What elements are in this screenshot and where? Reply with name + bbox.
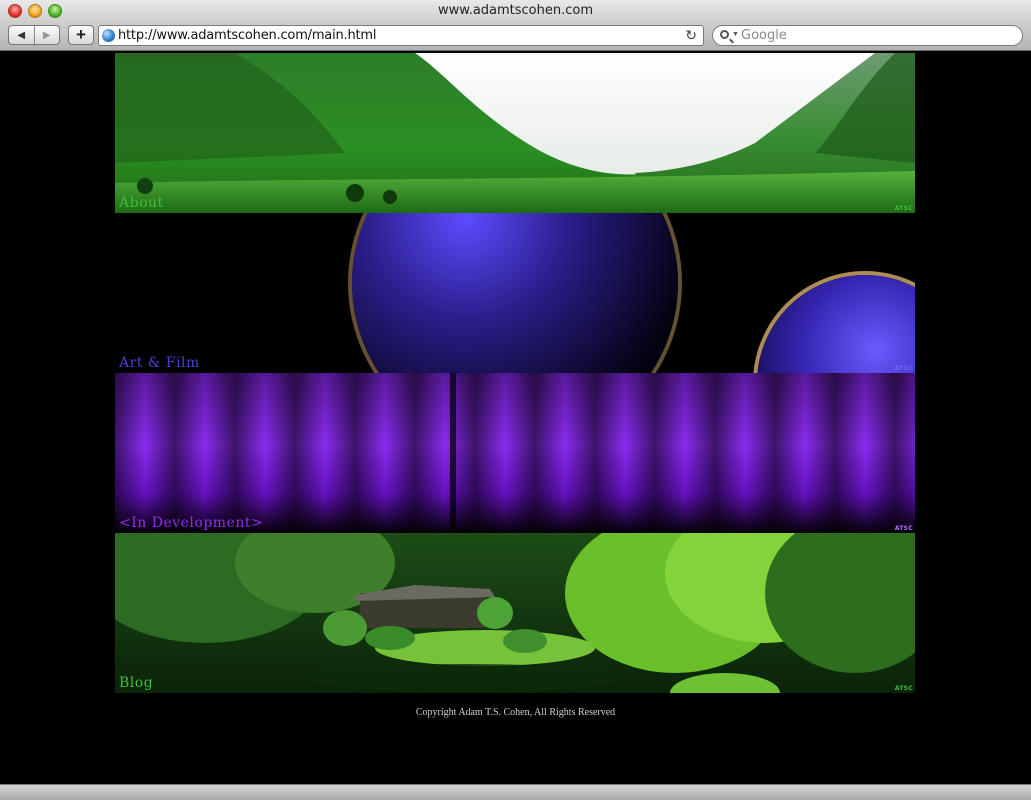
atsc-signature: ATSC xyxy=(894,685,913,692)
add-bookmark-button[interactable]: + xyxy=(68,25,94,45)
copyright-text: Copyright Adam T.S. Cohen, All Rights Re… xyxy=(415,707,616,718)
aurora-image xyxy=(115,373,915,533)
url-text[interactable]: http://www.adamtscohen.com/main.html xyxy=(118,28,376,43)
address-bar[interactable]: http://www.adamtscohen.com/main.html ↻ xyxy=(98,25,704,46)
planets-image xyxy=(115,213,915,373)
atsc-signature: ATSC xyxy=(894,365,913,372)
status-bar xyxy=(0,784,1031,800)
valley-image xyxy=(115,53,915,213)
back-button[interactable]: ◀ xyxy=(9,26,34,44)
search-field[interactable]: ▼ Google xyxy=(712,25,1023,46)
reload-icon[interactable]: ↻ xyxy=(685,27,697,44)
about-label[interactable]: About xyxy=(119,195,164,211)
chevron-down-icon: ▼ xyxy=(732,31,739,38)
art-film-banner-link[interactable]: Art & Film ATSC xyxy=(115,213,915,373)
blog-label[interactable]: Blog xyxy=(119,675,153,691)
nav-button-group: ◀ ▶ xyxy=(8,25,60,45)
atsc-signature: ATSC xyxy=(894,205,913,212)
in-development-banner-link[interactable]: <In Development> ATSC xyxy=(115,373,915,533)
in-development-label[interactable]: <In Development> xyxy=(119,515,263,531)
search-icon xyxy=(720,30,729,39)
blog-banner-link[interactable]: Blog ATSC xyxy=(115,533,915,693)
page-content: About ATSC Art & Film ATSC <In Developme… xyxy=(0,51,1031,784)
garden-image xyxy=(115,533,915,693)
about-banner-link[interactable]: About ATSC xyxy=(115,53,915,213)
window-titlebar: www.adamtscohen.com xyxy=(0,0,1031,22)
forward-button[interactable]: ▶ xyxy=(33,26,60,44)
atsc-signature: ATSC xyxy=(894,525,913,532)
art-film-label[interactable]: Art & Film xyxy=(119,355,200,371)
window-title: www.adamtscohen.com xyxy=(437,3,594,18)
globe-icon xyxy=(102,29,115,42)
browser-toolbar: ◀ ▶ + http://www.adamtscohen.com/main.ht… xyxy=(0,22,1031,51)
search-placeholder: Google xyxy=(741,28,787,43)
